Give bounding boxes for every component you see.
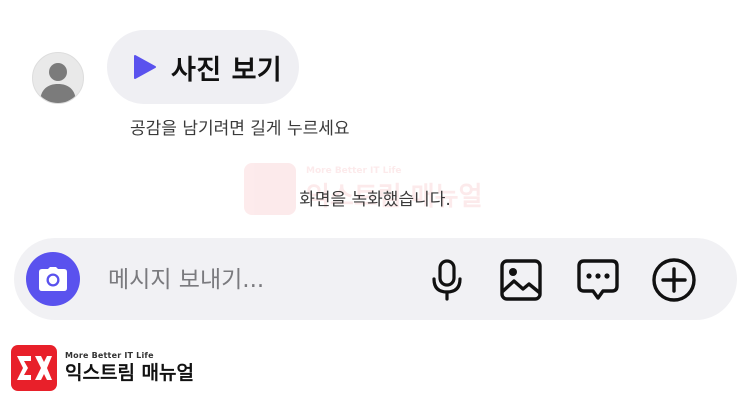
brand-name: 익스트림 매뉴얼 <box>65 362 194 384</box>
image-icon <box>500 259 542 301</box>
person-silhouette-icon <box>40 63 76 103</box>
gallery-button[interactable] <box>498 257 544 303</box>
brand-logo-block: More Better IT Life 익스트림 매뉴얼 <box>11 345 194 391</box>
brand-tagline: More Better IT Life <box>65 351 154 360</box>
message-label: 사진 보기 <box>171 54 283 86</box>
screen-recorded-notice: 화면을 녹화했습니다. <box>299 190 451 210</box>
chat-bubble-dots-icon <box>577 259 619 300</box>
message-composer <box>14 238 737 320</box>
microphone-icon <box>432 259 462 301</box>
brand-logo-icon <box>11 345 57 391</box>
camera-icon <box>39 267 67 291</box>
more-options-button[interactable] <box>651 257 697 303</box>
watermark-tagline: More Better IT Life <box>306 165 402 176</box>
microphone-button[interactable] <box>424 257 470 303</box>
sender-avatar[interactable] <box>32 52 84 104</box>
camera-button[interactable] <box>26 252 80 306</box>
view-photo-message-bubble[interactable]: 사진 보기 <box>107 30 299 104</box>
play-icon <box>131 54 157 80</box>
message-input[interactable] <box>106 259 410 301</box>
plus-circle-icon <box>652 258 696 302</box>
reaction-hint-text: 공감을 남기려면 길게 누르세요 <box>130 119 350 139</box>
sticker-button[interactable] <box>575 257 621 303</box>
